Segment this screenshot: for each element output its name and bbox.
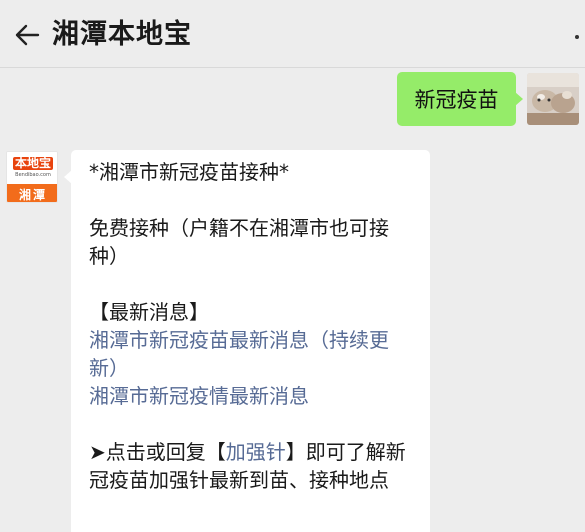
back-button[interactable] [10, 18, 44, 52]
incoming-message-bubble: *湘潭市新冠疫苗接种* 免费接种（户籍不在湘潭市也可接种） 【最新消息】 湘潭市… [64, 150, 430, 532]
chat-header: 湘潭本地宝 [0, 0, 585, 68]
message-line-heading: *湘潭市新冠疫苗接种* [89, 160, 289, 184]
user-avatar[interactable] [527, 73, 579, 125]
message-line-booster: ➤点击或回复【加强针】即可了解新冠疫苗加强针最新到苗、接种地点 [89, 438, 412, 494]
logo-sub-text: Bendibao.com [15, 172, 51, 178]
logo-city-text: 湘潭 [7, 184, 57, 202]
bot-avatar[interactable]: 本地宝 Bendibao.com 湘潭 [6, 151, 58, 203]
outgoing-message-bubble[interactable]: 新冠疫苗 [397, 72, 523, 126]
message-line-free: 免费接种（户籍不在湘潭市也可接种） [89, 216, 389, 268]
booster-prefix: ➤点击或回复【 [89, 440, 226, 464]
link-booster[interactable]: 加强针 [226, 440, 286, 464]
link-epidemic-news[interactable]: 湘潭市新冠疫情最新消息 [89, 382, 412, 410]
brand-logo: 本地宝 Bendibao.com [7, 152, 57, 184]
more-icon [575, 35, 579, 39]
message-line-news-label: 【最新消息】 [89, 300, 209, 324]
logo-main-text: 本地宝 [12, 156, 53, 170]
arrow-left-icon [15, 24, 40, 46]
more-button[interactable] [571, 22, 583, 52]
chat-title: 湘潭本地宝 [52, 19, 192, 50]
cat-photo-icon [527, 73, 579, 125]
link-vaccine-news[interactable]: 湘潭市新冠疫苗最新消息（持续更新） [89, 326, 412, 382]
outgoing-message-text: 新冠疫苗 [414, 88, 499, 112]
